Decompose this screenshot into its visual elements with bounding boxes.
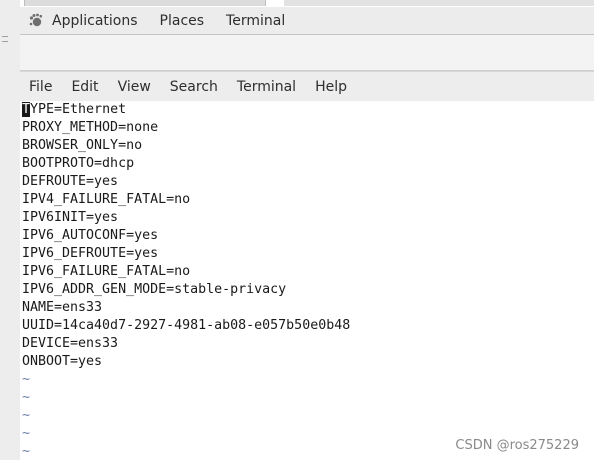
menu-view[interactable]: View [118,79,151,95]
applications-label: Applications [52,12,138,29]
desktop-left-strip [0,0,21,460]
applications-menu[interactable]: Applications [28,13,138,29]
window-titlebar-area [20,35,594,71]
menu-edit[interactable]: Edit [71,79,98,95]
menu-help[interactable]: Help [315,79,347,95]
editor-line: NAME=ens33 [22,300,103,315]
editor-line: IPV6_ADDR_GEN_MODE=stable-privacy [22,282,287,297]
top-panel: Applications Places Terminal [20,7,594,35]
empty-line-marker: ~ [22,372,31,387]
editor-line: ONBOOT=yes [22,354,103,369]
places-menu[interactable]: Places [160,13,205,29]
editor-line: IPV4_FAILURE_FATAL=no [22,192,191,207]
window-top-edge [20,0,594,7]
editor-line: IPV6_AUTOCONF=yes [22,228,159,243]
terminal-menubar: File Edit View Search Terminal Help [20,71,594,102]
empty-line-marker: ~ [22,408,31,423]
editor-line: DEVICE=ens33 [22,336,119,351]
menu-file[interactable]: File [29,79,52,95]
editor-line: TYPE=Ethernet [22,101,126,119]
watermark: CSDN @ros275229 [455,438,579,453]
editor-line: DEFROUTE=yes [22,174,119,189]
empty-line-marker: ~ [22,444,31,459]
background-window-tab [24,0,266,6]
window-edge-grip [2,36,8,42]
terminal-content[interactable]: TYPE=Ethernet PROXY_METHOD=none BROWSER_… [20,101,594,460]
places-label: Places [159,12,205,29]
terminal-app-label: Terminal [226,12,286,29]
empty-line-marker: ~ [22,426,31,441]
editor-line: UUID=14ca40d7-2927-4981-ab08-e057b50e0b4… [22,318,351,333]
menu-terminal[interactable]: Terminal [237,79,296,95]
editor-line: IPV6_DEFROUTE=yes [22,246,159,261]
gnome-foot-icon [29,13,43,26]
editor-line: PROXY_METHOD=none [22,120,159,135]
menu-search[interactable]: Search [170,79,218,95]
background-window-tab-2 [284,0,594,6]
editor-line: IPV6INIT=yes [22,210,119,225]
editor-line: BROWSER_ONLY=no [22,138,143,153]
editor-line: BOOTPROTO=dhcp [22,156,135,171]
empty-line-marker: ~ [22,390,31,405]
editor-line-text: YPE=Ethernet [30,102,127,117]
terminal-app-menu[interactable]: Terminal [226,13,285,29]
text-cursor: T [22,102,31,117]
editor-line: IPV6_FAILURE_FATAL=no [22,264,191,279]
